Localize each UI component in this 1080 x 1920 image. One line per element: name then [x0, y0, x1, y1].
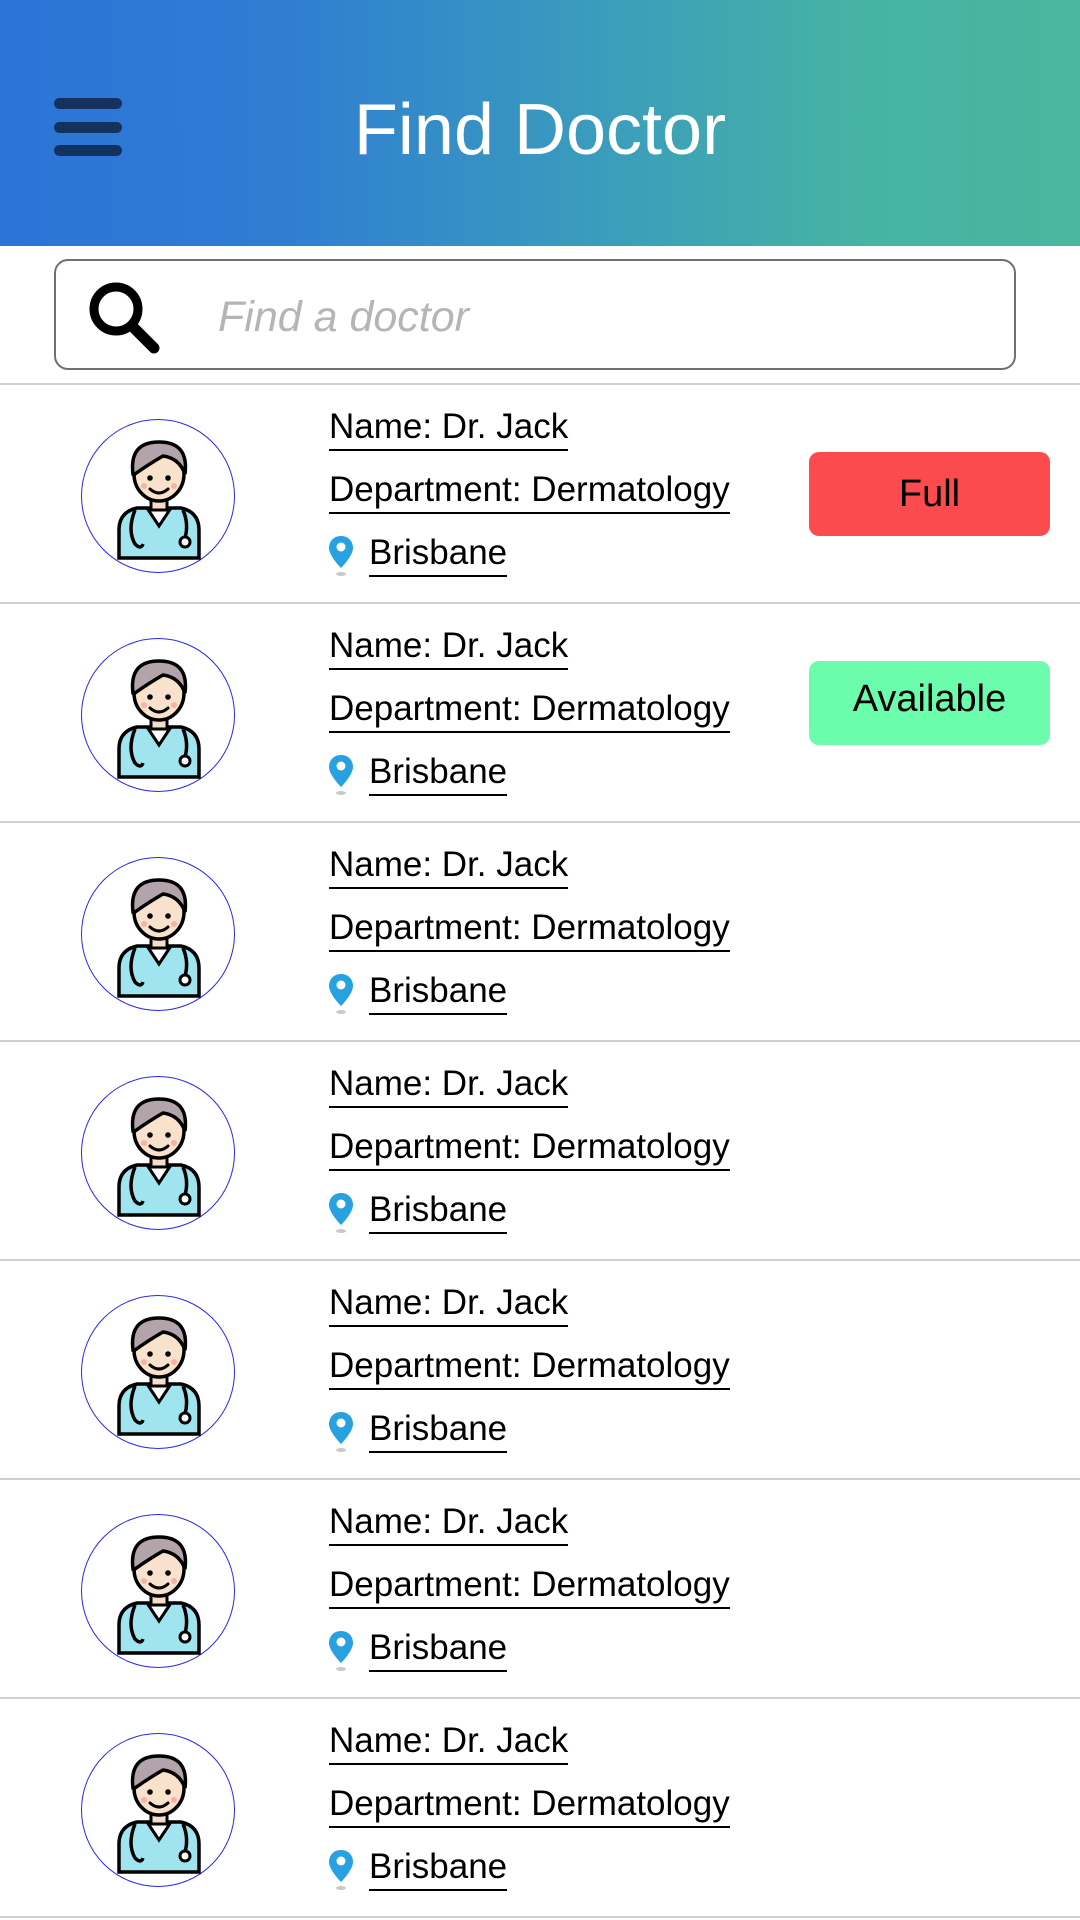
location-pin: [327, 1410, 355, 1459]
doctor-avatar-icon: [117, 878, 201, 998]
row-divider: [0, 383, 1080, 385]
doctor-list-item[interactable]: Name: Dr. Jack Department: Dermatology Br…: [0, 1040, 1080, 1259]
location-pin: [327, 1191, 355, 1240]
location-pin: [327, 1629, 355, 1678]
doctor-department[interactable]: Department: Dermatology: [329, 689, 730, 733]
location-pin-icon: [329, 1412, 353, 1452]
location-pin: [327, 534, 355, 583]
doctor-location[interactable]: Brisbane: [369, 1628, 508, 1672]
doctor-name[interactable]: Name: Dr. Jack: [329, 1502, 569, 1546]
doctor-name[interactable]: Name: Dr. Jack: [329, 407, 569, 451]
doctor-location[interactable]: Brisbane: [369, 971, 508, 1015]
doctor-department[interactable]: Department: Dermatology: [329, 1784, 730, 1828]
doctor-department[interactable]: Department: Dermatology: [329, 1565, 730, 1609]
doctor-location[interactable]: Brisbane: [369, 1847, 508, 1891]
doctor-department[interactable]: Department: Dermatology: [329, 470, 730, 514]
app-header: Find Doctor: [0, 0, 1080, 246]
doctor-avatar[interactable]: [81, 1076, 235, 1230]
row-divider: [0, 1040, 1080, 1042]
location-pin-icon: [329, 1850, 353, 1890]
doctor-avatar-icon: [117, 1316, 201, 1436]
location-pin-icon: [329, 1631, 353, 1671]
doctor-location[interactable]: Brisbane: [369, 1190, 508, 1234]
doctor-list-item[interactable]: Name: Dr. Jack Department: Dermatology Br…: [0, 383, 1080, 602]
doctor-name[interactable]: Name: Dr. Jack: [329, 1064, 569, 1108]
status-badge-full[interactable]: Full: [809, 452, 1050, 536]
search-bar[interactable]: [54, 259, 1016, 370]
doctor-avatar-icon: [117, 440, 201, 560]
doctor-avatar-icon: [117, 659, 201, 779]
doctor-avatar[interactable]: [81, 638, 235, 792]
doctor-avatar[interactable]: [81, 419, 235, 573]
doctor-avatar-icon: [117, 1754, 201, 1874]
doctor-avatar[interactable]: [81, 857, 235, 1011]
doctor-list-item[interactable]: Name: Dr. Jack Department: Dermatology Br…: [0, 821, 1080, 1040]
search-icon[interactable]: [84, 277, 164, 357]
doctor-avatar-icon: [117, 1535, 201, 1655]
location-pin-icon: [329, 755, 353, 795]
row-divider: [0, 1916, 1080, 1918]
doctor-avatar[interactable]: [81, 1733, 235, 1887]
status-badge-available[interactable]: Available: [809, 661, 1050, 745]
doctor-department[interactable]: Department: Dermatology: [329, 1127, 730, 1171]
row-divider: [0, 821, 1080, 823]
location-pin: [327, 753, 355, 802]
doctor-avatar[interactable]: [81, 1295, 235, 1449]
doctor-list: Name: Dr. Jack Department: Dermatology Br…: [0, 383, 1080, 1918]
location-pin-icon: [329, 536, 353, 576]
page-title: Find Doctor: [353, 90, 727, 170]
doctor-name[interactable]: Name: Dr. Jack: [329, 1721, 569, 1765]
doctor-avatar-icon: [117, 1097, 201, 1217]
doctor-department[interactable]: Department: Dermatology: [329, 908, 730, 952]
row-divider: [0, 1478, 1080, 1480]
doctor-location[interactable]: Brisbane: [369, 1409, 508, 1453]
doctor-avatar[interactable]: [81, 1514, 235, 1668]
location-pin-icon: [329, 1193, 353, 1233]
doctor-name[interactable]: Name: Dr. Jack: [329, 845, 569, 889]
doctor-list-item[interactable]: Name: Dr. Jack Department: Dermatology Br…: [0, 1478, 1080, 1697]
row-divider: [0, 1697, 1080, 1699]
row-divider: [0, 1259, 1080, 1261]
location-pin: [327, 972, 355, 1021]
doctor-location[interactable]: Brisbane: [369, 752, 508, 796]
row-divider: [0, 602, 1080, 604]
doctor-list-item[interactable]: Name: Dr. Jack Department: Dermatology Br…: [0, 1259, 1080, 1478]
doctor-list-item[interactable]: Name: Dr. Jack Department: Dermatology Br…: [0, 602, 1080, 821]
doctor-department[interactable]: Department: Dermatology: [329, 1346, 730, 1390]
location-pin: [327, 1848, 355, 1897]
doctor-name[interactable]: Name: Dr. Jack: [329, 1283, 569, 1327]
search-input[interactable]: [216, 283, 980, 351]
doctor-name[interactable]: Name: Dr. Jack: [329, 626, 569, 670]
doctor-list-item[interactable]: Name: Dr. Jack Department: Dermatology Br…: [0, 1697, 1080, 1916]
doctor-location[interactable]: Brisbane: [369, 533, 508, 577]
location-pin-icon: [329, 974, 353, 1014]
